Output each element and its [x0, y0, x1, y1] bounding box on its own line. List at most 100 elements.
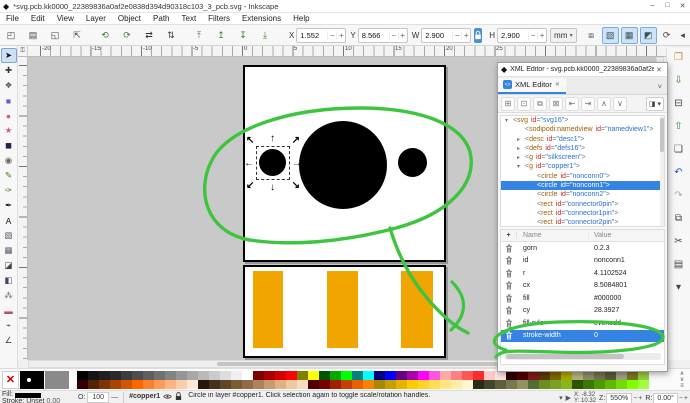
horizontal-ruler[interactable]: -20-15-10-50510152025 [28, 46, 666, 57]
palette-swatch[interactable] [275, 371, 286, 380]
palette-swatch[interactable] [550, 380, 561, 389]
scale-handle-arrow[interactable]: ↘ [292, 181, 300, 190]
xml-tree-node[interactable]: ▸<gid="silkscreen"> [501, 153, 664, 162]
minimize-button[interactable]: – [645, 2, 660, 10]
tool-button[interactable]: ● [1, 108, 17, 123]
palette-swatch[interactable] [396, 371, 407, 380]
menu-item[interactable]: Filters [202, 14, 236, 23]
command-icon[interactable]: ↶ [670, 164, 688, 181]
selection-tool-icon[interactable]: ◱ [47, 27, 63, 43]
palette-swatch[interactable] [462, 371, 473, 380]
gray-swatch[interactable] [45, 371, 69, 389]
tree-caret-icon[interactable]: ▾ [517, 163, 525, 172]
palette-swatch[interactable] [484, 371, 495, 380]
palette-swatch[interactable] [297, 371, 308, 380]
menu-item[interactable]: Object [112, 14, 147, 23]
attribute-row[interactable]: fill-rule evenodd [501, 317, 664, 330]
palette-swatch[interactable] [616, 380, 627, 389]
palette-swatch[interactable] [143, 371, 154, 380]
palette-swatch[interactable] [330, 371, 341, 380]
tool-button[interactable]: ◼ [1, 138, 17, 153]
connector1pin-pad[interactable] [327, 271, 358, 348]
attribute-value[interactable]: 0 [589, 332, 598, 339]
command-icon[interactable]: ▾ [670, 279, 688, 296]
palette-swatch[interactable] [462, 380, 473, 389]
scale-handle-arrow[interactable]: ↗ [292, 136, 300, 145]
palette-swatch[interactable] [418, 380, 429, 389]
command-icon[interactable]: ⧉ [670, 210, 688, 227]
y-plus[interactable]: + [398, 31, 407, 40]
fill-swatch[interactable] [15, 393, 41, 398]
palette-swatch[interactable] [121, 380, 132, 389]
transform-icon[interactable]: ⟳ [119, 27, 135, 43]
palette-swatch[interactable] [319, 371, 330, 380]
palette-swatch[interactable] [429, 380, 440, 389]
delete-attribute-icon[interactable] [501, 269, 517, 278]
palette-swatch[interactable] [407, 371, 418, 380]
menu-item[interactable]: View [51, 14, 80, 23]
z-order-icon[interactable]: ⤓ [257, 27, 273, 43]
palette-swatch[interactable] [583, 380, 594, 389]
scrollbar-thumb[interactable] [217, 362, 499, 366]
xml-tree-node[interactable]: <circleid="nonconn1"> [501, 181, 664, 190]
xml-tool-icon[interactable]: ⊡ [517, 97, 531, 111]
command-icon[interactable]: ⇧ [670, 118, 688, 135]
palette-swatch[interactable] [88, 371, 99, 380]
delete-attribute-icon[interactable] [501, 281, 517, 290]
tool-button[interactable]: A [1, 213, 17, 228]
palette-swatch[interactable] [220, 371, 231, 380]
palette-swatch[interactable] [99, 371, 110, 380]
scale-handle-arrow[interactable]: ↓ [270, 183, 275, 192]
connector2pin-pad[interactable] [401, 271, 433, 348]
palette-swatch[interactable] [363, 380, 374, 389]
menu-item[interactable]: Edit [25, 14, 51, 23]
command-icon[interactable]: ⊟ [670, 95, 688, 112]
delete-attribute-icon[interactable] [501, 256, 517, 265]
xml-tool-icon[interactable]: ∧ [597, 97, 611, 111]
unit-dropdown[interactable]: mm ▾ [550, 28, 577, 43]
palette-swatch[interactable] [473, 380, 484, 389]
x-plus[interactable]: + [336, 31, 345, 40]
palette-swatch[interactable] [264, 380, 275, 389]
affect-toggle[interactable]: ⧈ [583, 27, 600, 44]
layer-indicator[interactable]: #copper1 [129, 392, 182, 401]
command-icon[interactable]: ❐ [670, 49, 688, 66]
lock-ratio-button[interactable] [474, 28, 482, 43]
attribute-row[interactable]: id nonconn1 [501, 255, 664, 268]
xml-tree-node[interactable]: <circleid="nonconn2"> [501, 190, 664, 199]
layer-lock-icon[interactable] [175, 392, 182, 401]
delete-attribute-icon[interactable] [501, 294, 517, 303]
tool-button[interactable]: ➤ [1, 48, 17, 63]
rotation-control[interactable]: R: 0.00° − + [645, 393, 688, 403]
palette-swatch[interactable] [308, 380, 319, 389]
zoom-control[interactable]: Z: 550% − + [599, 393, 642, 403]
palette-swatch[interactable] [198, 371, 209, 380]
command-icon[interactable]: ⇩ [670, 72, 688, 89]
x-field[interactable]: 1.552 − + [296, 28, 346, 43]
attribute-value[interactable]: 28.3927 [589, 307, 619, 314]
palette-swatch[interactable] [440, 380, 451, 389]
y-minus[interactable]: − [389, 31, 398, 40]
palette-swatch[interactable] [209, 380, 220, 389]
delete-attribute-icon[interactable] [501, 306, 517, 315]
palette-swatch[interactable] [165, 371, 176, 380]
palette-swatch[interactable] [594, 380, 605, 389]
connector0pin-pad[interactable] [253, 271, 283, 348]
tab-close-icon[interactable]: ✕ [555, 81, 560, 88]
palette-swatch[interactable] [429, 371, 440, 380]
tool-button[interactable]: ★ [1, 123, 17, 138]
xml-tree-node[interactable]: ▸<descid="desc1"> [501, 135, 664, 144]
palette-swatch[interactable] [418, 371, 429, 380]
no-color-swatch[interactable]: ✕ [2, 371, 19, 389]
selection-tool-icon[interactable]: ⇱ [69, 27, 85, 43]
rotation-value[interactable]: 0.00° [653, 393, 677, 403]
palette-swatch[interactable] [473, 371, 484, 380]
tool-button[interactable]: ◉ [1, 153, 17, 168]
vertical-ruler[interactable] [18, 57, 28, 360]
width-plus[interactable]: + [461, 31, 470, 40]
ruler-corner[interactable]: ⚿ [18, 46, 28, 57]
tool-button[interactable]: ❖ [1, 78, 17, 93]
palette-swatch[interactable] [605, 380, 616, 389]
palette-swatch[interactable] [506, 380, 517, 389]
attribute-row[interactable]: gorn 0.2.3 [501, 242, 664, 255]
